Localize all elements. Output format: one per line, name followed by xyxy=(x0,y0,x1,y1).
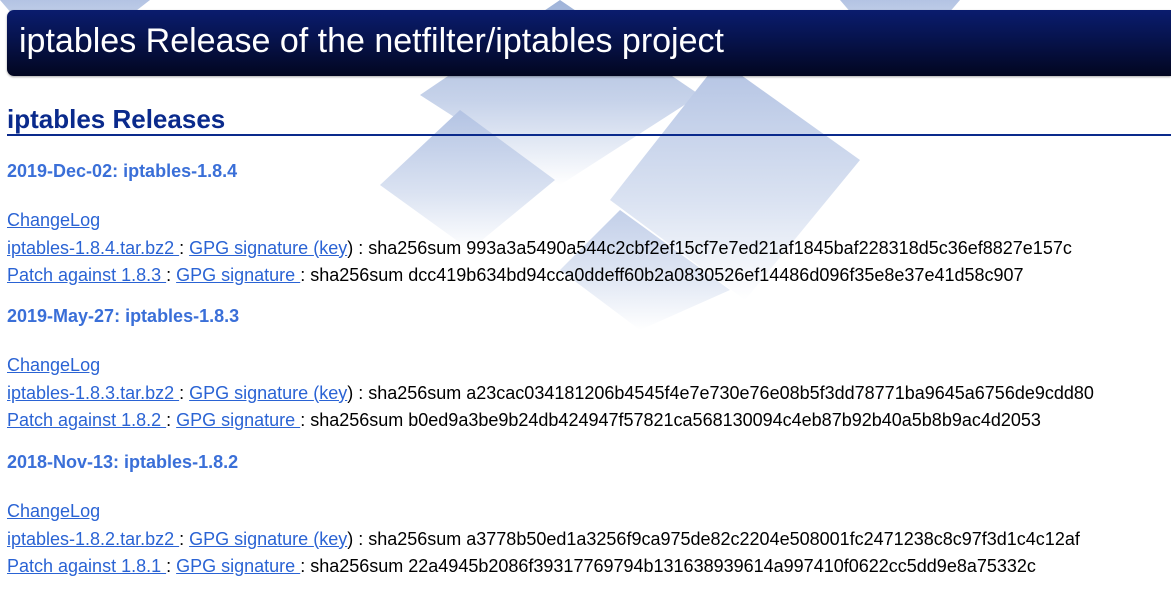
separator: ) : xyxy=(347,237,369,258)
release-title: 2019-May-27: iptables-1.8.3 xyxy=(7,306,240,326)
patch-gpg-signature-link[interactable]: GPG signature xyxy=(176,265,300,285)
gpg-signature-link[interactable]: GPG signature xyxy=(189,383,313,403)
patch-link[interactable]: Patch against 1.8.2 xyxy=(7,410,166,430)
sha-prefix: sha256sum xyxy=(310,556,409,576)
release-title: 2018-Nov-13: iptables-1.8.2 xyxy=(7,452,239,472)
tarball-sha256: a3778b50ed1a3256f9ca975de82c2204e508001f… xyxy=(466,528,1080,549)
separator: ) : xyxy=(347,528,369,549)
sha-prefix: sha256sum xyxy=(368,237,467,258)
separator: : xyxy=(300,556,311,576)
separator: : xyxy=(179,237,190,258)
changelog-link[interactable]: ChangeLog xyxy=(7,210,100,230)
sha-prefix: sha256sum xyxy=(310,410,409,430)
page-title: iptables Release of the netfilter/iptabl… xyxy=(19,22,724,60)
gpg-signature-link[interactable]: GPG signature xyxy=(189,529,313,549)
key-link[interactable]: key xyxy=(319,238,347,258)
changelog-link[interactable]: ChangeLog xyxy=(7,501,100,521)
sha-prefix: sha256sum xyxy=(310,265,409,285)
sha-prefix: sha256sum xyxy=(368,382,467,403)
key-link[interactable]: key xyxy=(319,383,347,403)
separator: : xyxy=(179,382,190,403)
separator: : xyxy=(300,410,311,430)
separator: : xyxy=(166,265,177,285)
tarball-link[interactable]: iptables-1.8.4.tar.bz2 xyxy=(7,238,179,258)
release-files: ChangeLog iptables-1.8.2.tar.bz2 : GPG s… xyxy=(7,498,1167,581)
patch-sha256: b0ed9a3be9b24db424947f57821ca568130094c4… xyxy=(408,410,1041,430)
separator: : xyxy=(300,265,311,285)
tarball-sha256: a23cac034181206b4545f4e7e730e76e08b5f3dd… xyxy=(466,382,1094,403)
separator: ) : xyxy=(347,382,369,403)
release-entry: 2019-May-27: iptables-1.8.3 ChangeLog ip… xyxy=(7,305,1167,435)
page: iptables Release of the netfilter/iptabl… xyxy=(0,0,1171,591)
release-files: ChangeLog iptables-1.8.4.tar.bz2 : GPG s… xyxy=(7,207,1167,290)
patch-link[interactable]: Patch against 1.8.3 xyxy=(7,265,166,285)
separator: : xyxy=(179,528,190,549)
tarball-link[interactable]: iptables-1.8.3.tar.bz2 xyxy=(7,383,179,403)
patch-gpg-signature-link[interactable]: GPG signature xyxy=(176,556,300,576)
patch-link[interactable]: Patch against 1.8.1 xyxy=(7,556,166,576)
gpg-signature-link[interactable]: GPG signature xyxy=(189,238,313,258)
release-title: 2019-Dec-02: iptables-1.8.4 xyxy=(7,161,238,181)
release-entry: 2019-Dec-02: iptables-1.8.4 ChangeLog ip… xyxy=(7,160,1167,290)
patch-sha256: dcc419b634bd94cca0ddeff60b2a0830526ef144… xyxy=(408,265,1024,285)
tarball-sha256: 993a3a5490a544c2cbf2ef15cf7e7ed21af1845b… xyxy=(466,237,1072,258)
release-files: ChangeLog iptables-1.8.3.tar.bz2 : GPG s… xyxy=(7,352,1167,435)
patch-sha256: 22a4945b2086f39317769794b131638939614a99… xyxy=(408,556,1036,576)
changelog-link[interactable]: ChangeLog xyxy=(7,355,100,375)
patch-gpg-signature-link[interactable]: GPG signature xyxy=(176,410,300,430)
header-banner: iptables Release of the netfilter/iptabl… xyxy=(7,10,1171,76)
sha-prefix: sha256sum xyxy=(368,528,467,549)
release-entry: 2018-Nov-13: iptables-1.8.2 ChangeLog ip… xyxy=(7,451,1167,581)
separator: : xyxy=(166,410,177,430)
releases-heading: iptables Releases xyxy=(7,104,1171,136)
tarball-link[interactable]: iptables-1.8.2.tar.bz2 xyxy=(7,529,179,549)
separator: : xyxy=(166,556,177,576)
key-link[interactable]: key xyxy=(319,529,347,549)
